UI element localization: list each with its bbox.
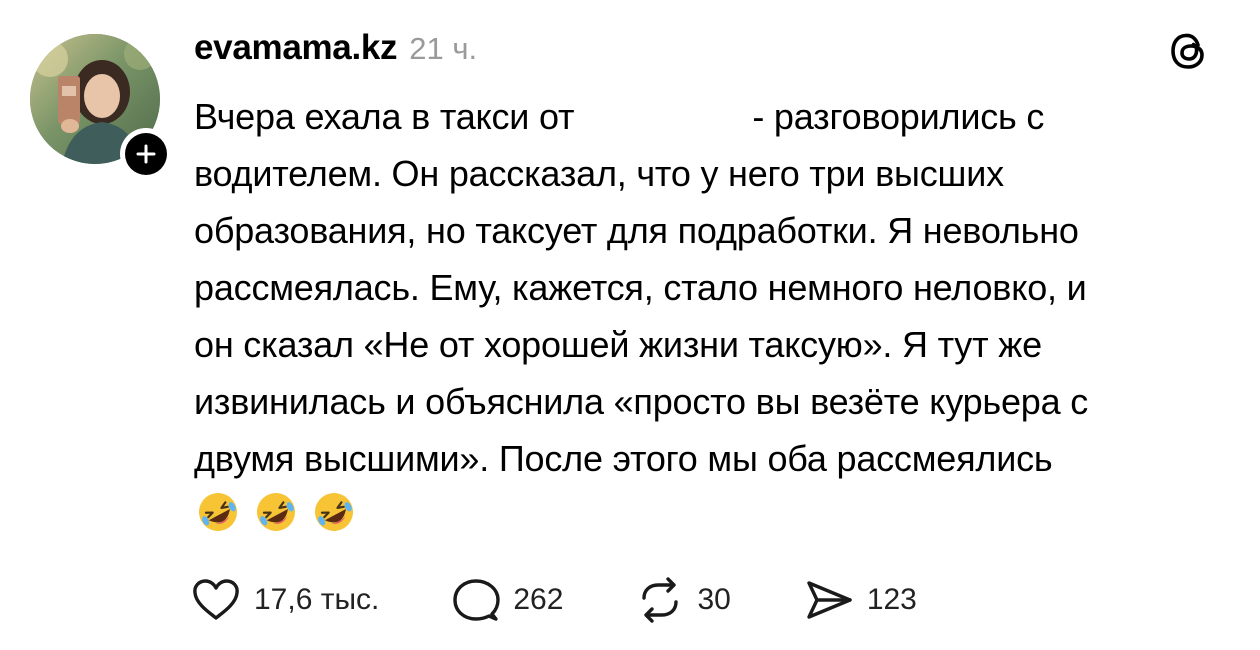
rolling-on-floor-laughing-emoji-icon bbox=[257, 493, 295, 531]
post-text-line: Вчера ехала в такси от - разговорились с bbox=[194, 88, 1234, 145]
like-button[interactable]: 17,6 тыс. bbox=[190, 576, 379, 624]
avatar-container[interactable] bbox=[30, 34, 172, 180]
rolling-on-floor-laughing-emoji-icon bbox=[199, 493, 237, 531]
repost-button[interactable]: 30 bbox=[635, 576, 731, 624]
repost-icon bbox=[642, 577, 679, 623]
action-bar: 17,6 тыс. 262 30 123 bbox=[190, 574, 917, 626]
heart-icon bbox=[193, 579, 239, 620]
emoji-row bbox=[196, 490, 356, 534]
plus-icon bbox=[136, 144, 156, 164]
speech-bubble-icon bbox=[453, 579, 501, 621]
send-icon bbox=[807, 581, 852, 619]
post-text-line: рассмеялась. Ему, кажется, стало немного… bbox=[194, 267, 1087, 308]
like-count: 17,6 тыс. bbox=[254, 583, 380, 616]
follow-badge-inner bbox=[125, 133, 167, 175]
username[interactable]: evamama.kz bbox=[194, 28, 398, 68]
post-header: evamama.kz 21 ч. bbox=[194, 28, 477, 72]
rolling-on-floor-laughing-emoji-icon bbox=[315, 493, 353, 531]
threads-logo-icon bbox=[1166, 28, 1212, 74]
post-text-line: двумя высшими». После этого мы оба рассм… bbox=[194, 438, 1053, 479]
post-timestamp: 21 ч. bbox=[409, 31, 478, 66]
share-count: 123 bbox=[866, 583, 917, 616]
post-text-segment: Вчера ехала в такси от bbox=[194, 96, 575, 137]
post-text-segment: - разговорились с bbox=[752, 96, 1045, 137]
share-button[interactable]: 123 bbox=[803, 576, 917, 624]
reply-button[interactable]: 262 bbox=[451, 576, 563, 624]
post-text-line: извинилась и объяснила «просто вы везёте… bbox=[194, 381, 1089, 422]
post-text-line: водителем. Он рассказал, что у него три … bbox=[194, 153, 1004, 194]
reply-count: 262 bbox=[513, 583, 564, 616]
follow-button[interactable] bbox=[120, 128, 172, 180]
repost-count: 30 bbox=[697, 583, 731, 616]
post-body: Вчера ехала в такси от - разговорились с … bbox=[194, 88, 1234, 487]
post-text-line: образования, но таксует для подработки. … bbox=[194, 210, 1079, 251]
post-text-line: он сказал «Не от хорошей жизни таксую». … bbox=[194, 324, 1042, 365]
